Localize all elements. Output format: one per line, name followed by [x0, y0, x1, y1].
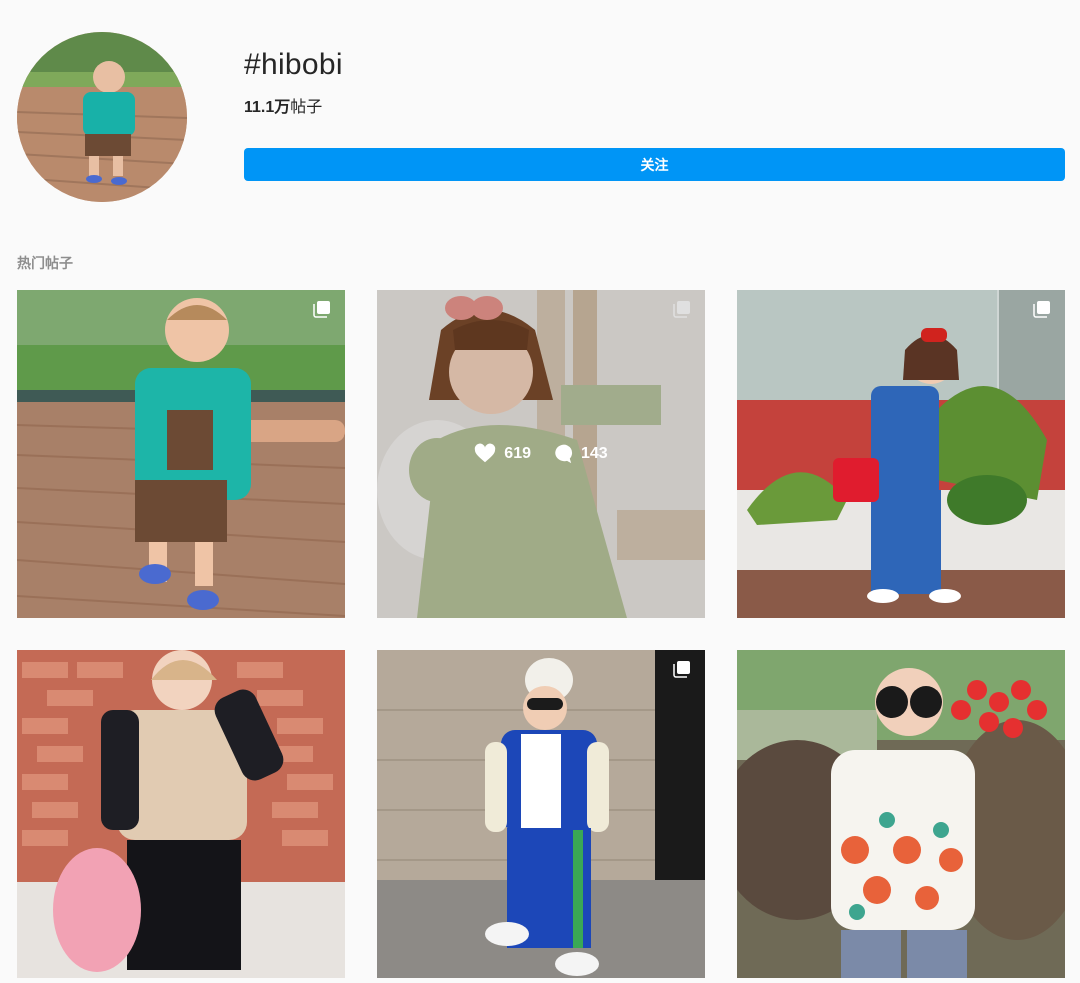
heart-icon — [475, 443, 496, 463]
carousel-icon — [313, 300, 331, 318]
likes-stat: 619 — [474, 443, 531, 465]
post-count-label: 帖子 — [290, 99, 323, 116]
post-tile[interactable] — [17, 650, 345, 978]
comments-count: 143 — [581, 445, 608, 462]
hashtag-title: #hibobi — [244, 48, 343, 81]
follow-button[interactable]: 关注 — [244, 148, 1065, 181]
avatar-image — [17, 32, 187, 202]
post-image — [737, 290, 1065, 618]
post-tile[interactable] — [377, 650, 705, 978]
speech-bubble-icon — [555, 444, 573, 464]
post-image — [17, 650, 345, 978]
post-image — [737, 650, 1065, 978]
carousel-icon — [1033, 300, 1051, 318]
post-tile[interactable]: 619 143 — [377, 290, 705, 618]
comments-stat: 143 — [551, 443, 608, 465]
post-hover-overlay: 619 143 — [377, 290, 705, 618]
post-tile[interactable] — [737, 290, 1065, 618]
top-posts-grid: 619 143 — [17, 290, 1065, 978]
post-tile[interactable] — [17, 290, 345, 618]
post-count-value: 11.1万 — [244, 99, 291, 116]
post-image — [17, 290, 345, 618]
carousel-icon — [673, 660, 691, 678]
post-image — [377, 650, 705, 978]
post-tile[interactable] — [737, 650, 1065, 978]
post-count: 11.1万帖子 — [244, 93, 322, 117]
top-posts-heading: 热门帖子 — [17, 255, 73, 271]
hashtag-avatar[interactable] — [17, 32, 187, 202]
likes-count: 619 — [504, 445, 531, 462]
